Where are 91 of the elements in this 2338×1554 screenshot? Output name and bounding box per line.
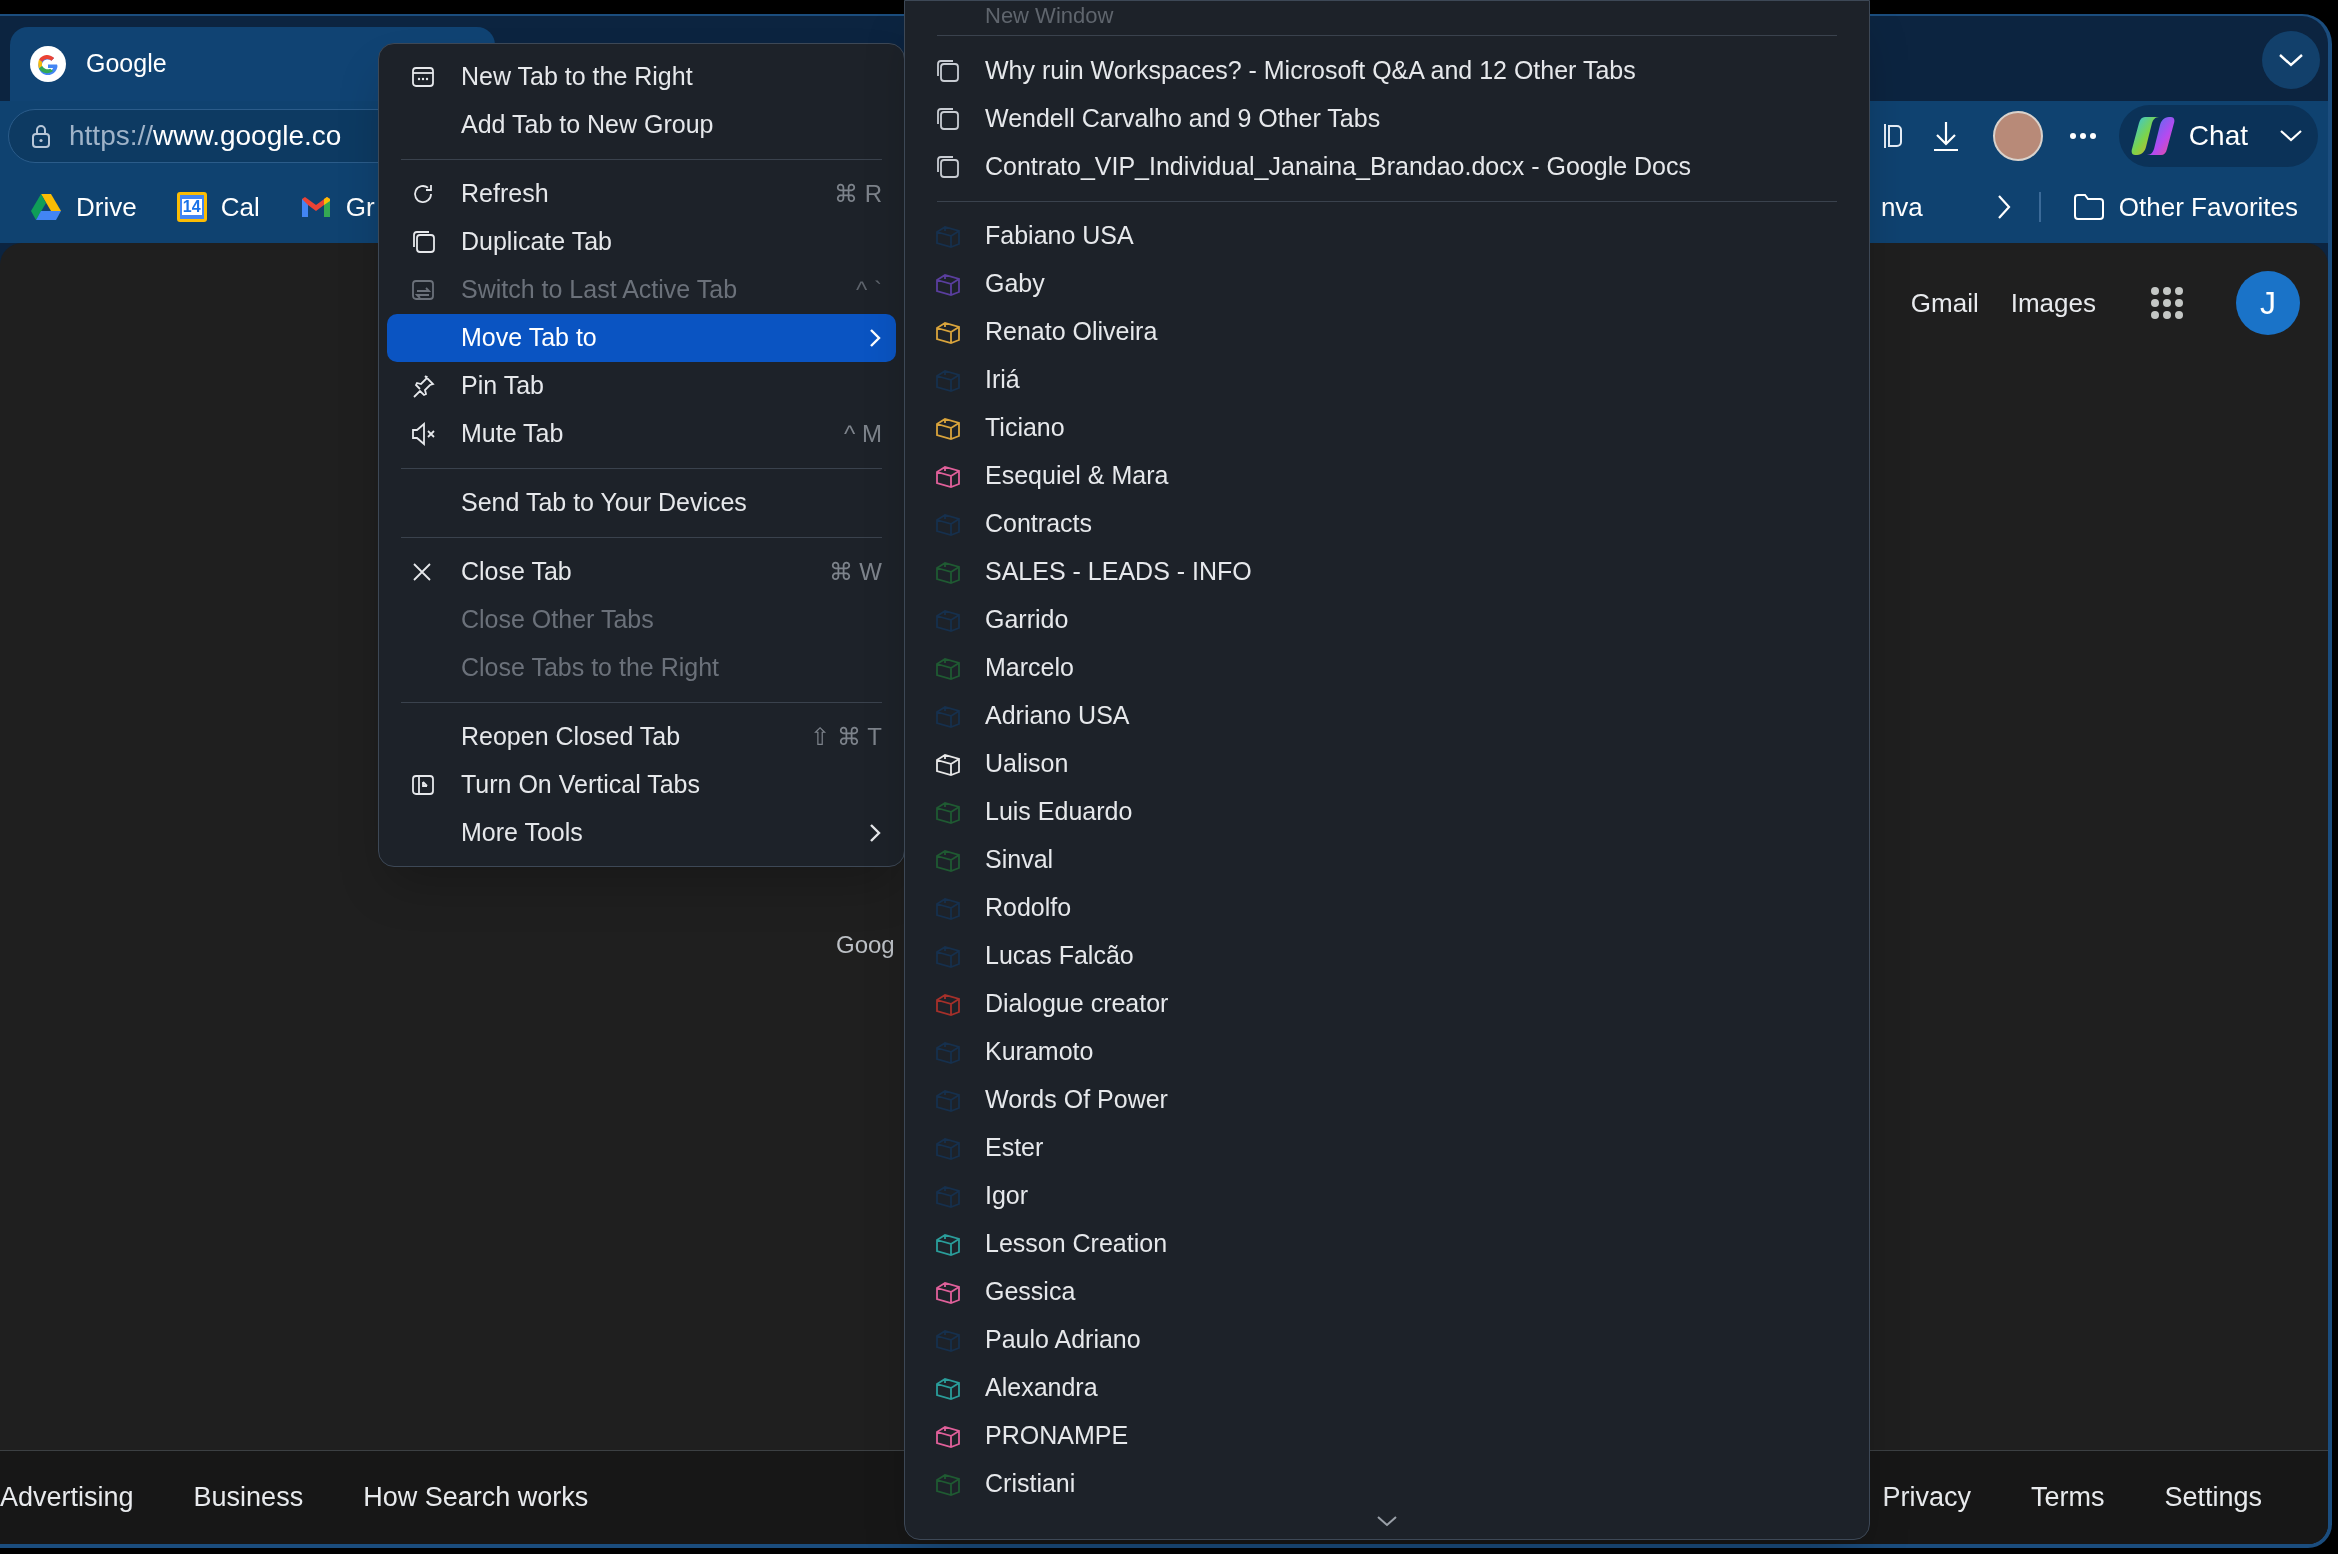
menu-item[interactable]: Marcelo xyxy=(913,644,1861,692)
shortcut-text: ⌘ W xyxy=(828,557,882,587)
menu-item[interactable]: Reopen Closed Tab ⇧ ⌘ T xyxy=(387,713,896,761)
menu-item[interactable]: Adriano USA xyxy=(913,692,1861,740)
refresh-icon xyxy=(411,182,435,206)
window-icon xyxy=(935,58,961,84)
google-logo-icon xyxy=(30,46,66,82)
chevron-right-icon xyxy=(868,327,882,349)
menu-item[interactable]: Gaby xyxy=(913,260,1861,308)
menu-item[interactable]: Fabiano USA xyxy=(913,212,1861,260)
menu-item[interactable]: Duplicate Tab xyxy=(387,218,896,266)
menu-item[interactable]: Alexandra xyxy=(913,1364,1861,1412)
menu-item[interactable]: Close Tab ⌘ W xyxy=(387,548,896,596)
menu-item[interactable]: Dialogue creator xyxy=(913,980,1861,1028)
copilot-logo-icon xyxy=(2130,115,2175,157)
footer-link[interactable]: Settings xyxy=(2164,1477,2262,1518)
menu-item[interactable]: PRONAMPE xyxy=(913,1412,1861,1460)
new-tab-icon xyxy=(411,65,435,89)
chat-button[interactable]: Chat xyxy=(2118,105,2318,167)
mail-icon xyxy=(299,195,332,219)
caret-icon xyxy=(2280,130,2302,142)
chevron-right-icon[interactable] xyxy=(1996,194,2011,220)
other-favorites-link[interactable]: Other Favorites xyxy=(2072,187,2298,227)
menu-item[interactable]: Wendell Carvalho and 9 Other Tabs xyxy=(913,95,1861,143)
menu-item[interactable]: Contrato_VIP_Individual_Janaina_Brandao.docx - Google Docs xyxy=(913,143,1861,191)
menu-item[interactable]: Rodolfo xyxy=(913,884,1861,932)
folder-icon xyxy=(2072,193,2105,221)
menu-item[interactable]: Move Tab to xyxy=(387,314,896,362)
menu-item[interactable]: Contracts xyxy=(913,500,1861,548)
profile-photo-placeholder[interactable] xyxy=(1992,111,2043,161)
window-icon xyxy=(935,106,961,132)
menu-item[interactable]: Esequiel & Mara xyxy=(913,452,1861,500)
menu-item[interactable]: SALES - LEADS - INFO xyxy=(913,548,1861,596)
images-link[interactable]: Images xyxy=(2010,283,2096,323)
shortcut-text: ^ ` xyxy=(856,275,882,305)
footer-link[interactable]: Privacy xyxy=(1882,1477,1971,1518)
pin-icon xyxy=(411,374,435,398)
tab-title: Google xyxy=(86,48,167,80)
menu-item[interactable]: Sinval xyxy=(913,836,1861,884)
menu-item[interactable]: Garrido xyxy=(913,596,1861,644)
download-icon[interactable] xyxy=(1932,120,1959,152)
chevron-down-icon xyxy=(2278,53,2304,67)
bookmark-link[interactable]: nva xyxy=(1880,187,1923,227)
menu-item[interactable]: Kuramoto xyxy=(913,1028,1861,1076)
page-text: Goog xyxy=(836,930,895,960)
menu-item[interactable]: More Tools xyxy=(387,809,896,857)
vertical-tabs-icon xyxy=(411,773,435,797)
menu-item[interactable]: Iriá xyxy=(913,356,1861,404)
menu-item[interactable]: Refresh ⌘ R xyxy=(387,170,896,218)
bookmark-link[interactable]: Drive xyxy=(30,187,137,227)
menu-item[interactable]: Turn On Vertical Tabs xyxy=(387,761,896,809)
menu-item[interactable]: Why ruin Workspaces? - Microsoft Q&A and 12 Other Tabs xyxy=(913,47,1861,95)
menu-item[interactable]: Igor xyxy=(913,1172,1861,1220)
footer-link[interactable]: How Search works xyxy=(363,1477,589,1518)
calendar-icon: 14 xyxy=(176,192,207,222)
footer-link[interactable]: Business xyxy=(193,1477,304,1518)
more-icon[interactable] xyxy=(2068,132,2097,140)
menu-item[interactable]: Luis Eduardo xyxy=(913,788,1861,836)
bookmark-link[interactable]: Gr xyxy=(299,187,375,227)
bookmark-link[interactable]: 14 Cal xyxy=(176,187,260,227)
menu-item[interactable]: Lucas Falcão xyxy=(913,932,1861,980)
account-avatar[interactable]: J xyxy=(2236,271,2300,335)
switch-tab-icon xyxy=(411,278,435,302)
menu-item[interactable]: Mute Tab ^ M xyxy=(387,410,896,458)
lock-icon xyxy=(31,123,51,149)
muted-speaker-icon xyxy=(411,422,437,446)
menu-item[interactable]: Ualison xyxy=(913,740,1861,788)
shortcut-text: ⇧ ⌘ T xyxy=(810,722,882,752)
apps-grid-icon[interactable] xyxy=(2150,286,2184,320)
window-icon xyxy=(935,154,961,180)
menu-item[interactable]: Renato Oliveira xyxy=(913,308,1861,356)
menu-item[interactable]: Pin Tab xyxy=(387,362,896,410)
footer-link[interactable]: Terms xyxy=(2030,1477,2105,1518)
scroll-down-icon[interactable] xyxy=(1376,1515,1398,1527)
footer-link[interactable]: Advertising xyxy=(0,1477,134,1518)
menu-item[interactable]: Ester xyxy=(913,1124,1861,1172)
url-text: https://www.google.co xyxy=(69,119,342,153)
duplicate-icon xyxy=(411,229,437,255)
drive-icon xyxy=(30,193,62,221)
menu-item[interactable]: Gessica xyxy=(913,1268,1861,1316)
menu-item[interactable]: Lesson Creation xyxy=(913,1220,1861,1268)
chevron-right-icon xyxy=(868,822,882,844)
menu-item[interactable]: Send Tab to Your Devices xyxy=(387,479,896,527)
menu-item[interactable]: Cristiani xyxy=(913,1460,1861,1508)
menu-item[interactable]: Paulo Adriano xyxy=(913,1316,1861,1364)
close-icon xyxy=(411,561,433,583)
gmail-link[interactable]: Gmail xyxy=(1910,283,1979,323)
shortcut-text: ^ M xyxy=(844,419,882,449)
shortcut-text: ⌘ R xyxy=(834,179,882,209)
menu-item[interactable]: Ticiano xyxy=(913,404,1861,452)
menu-item[interactable]: Words Of Power xyxy=(913,1076,1861,1124)
